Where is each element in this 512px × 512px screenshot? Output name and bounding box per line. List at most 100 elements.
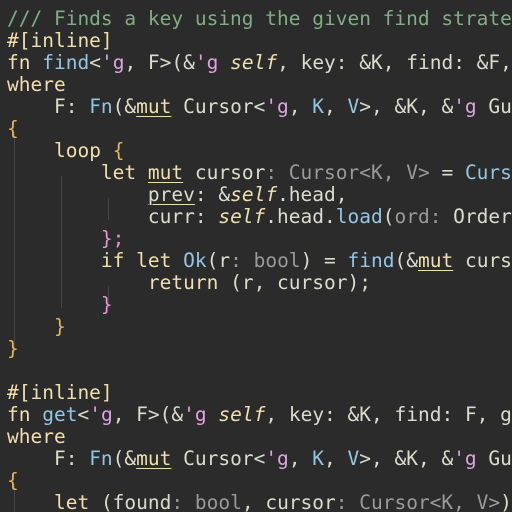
code-token: where — [7, 73, 66, 96]
code-token: K — [312, 447, 325, 470]
code-token: : bool — [171, 491, 242, 512]
code-token: 'g — [453, 95, 477, 118]
code-line: where — [7, 426, 66, 448]
code-line: fn get<'g, F>(&'g self, key: &K, find: F… — [7, 404, 512, 426]
code-token: , — [288, 95, 313, 118]
code-line: loop { — [7, 140, 124, 162]
code-token: let — [53, 491, 90, 512]
code-token: Gu — [476, 95, 512, 118]
code-token: (r — [206, 249, 231, 272]
code-token: < — [89, 51, 101, 74]
code-token: let — [136, 249, 172, 272]
code-line: curr: self.head.load(ord: Orderi — [7, 206, 512, 228]
code-token: V — [347, 95, 360, 118]
code-token: ord: — [394, 205, 454, 228]
code-token: 'g — [265, 95, 289, 118]
code-token: load — [335, 205, 383, 228]
code-token: #[inline] — [7, 29, 113, 52]
code-token: curr: — [7, 205, 219, 228]
code-token: self — [230, 183, 278, 206]
code-token: 'g — [453, 447, 477, 470]
code-token: (found — [89, 491, 172, 512]
code-token: : Cursor<K, V> — [265, 161, 430, 184]
code-token: }; — [100, 227, 125, 250]
code-token: curs — [453, 249, 512, 272]
code-line: } — [7, 338, 19, 360]
code-token: cursor — [183, 161, 266, 184]
code-token: get — [42, 403, 78, 426]
code-token: ) = — [300, 249, 348, 272]
code-token: fn — [7, 403, 31, 426]
code-token: { — [7, 469, 19, 492]
code-line: prev: &self.head, — [7, 184, 348, 206]
code-token: , — [324, 447, 348, 470]
code-token: } — [7, 337, 19, 360]
code-token: >, &K, & — [359, 95, 454, 118]
code-line: F: Fn(&mut Cursor<'g, K, V>, &K, &'g Gu — [7, 448, 512, 470]
code-token: mut — [417, 249, 454, 272]
code-token: < — [77, 403, 90, 426]
code-token: = — [429, 161, 465, 184]
code-token: 'g — [100, 51, 125, 74]
code-line: #[inline] — [7, 382, 113, 404]
code-token: Curs — [464, 161, 512, 184]
code-token: : bool — [230, 249, 301, 272]
code-line: where — [7, 74, 66, 96]
code-token: let — [100, 161, 137, 184]
code-token: Cursor< — [171, 447, 266, 470]
code-token: , key: &K, find: &F, g — [277, 51, 512, 74]
code-line: } — [7, 294, 113, 316]
code-token: find — [347, 249, 395, 272]
code-token: /// Finds a key using the given find str… — [7, 7, 512, 30]
code-token: self — [230, 51, 278, 74]
code-token: Ok — [183, 249, 207, 272]
code-token: 'g — [183, 403, 207, 426]
code-token: } — [53, 315, 66, 338]
code-editor[interactable]: /// Finds a key using the given find str… — [0, 0, 512, 512]
code-token: (& — [112, 95, 137, 118]
code-token: { — [112, 139, 125, 162]
code-token: , key: &K, find: F, g — [265, 403, 512, 426]
code-token: find — [42, 51, 90, 74]
code-token: self — [218, 403, 266, 426]
code-token: , — [288, 447, 313, 470]
code-line: if let Ok(r: bool) = find(&mut curs — [7, 250, 512, 272]
code-token: Fn — [89, 447, 113, 470]
code-token: Fn — [89, 95, 113, 118]
code-token: , — [324, 95, 348, 118]
code-token: fn — [7, 51, 31, 74]
code-token: , F>(& — [112, 403, 184, 426]
code-token: if — [100, 249, 125, 272]
code-token: (& — [394, 249, 418, 272]
code-token: K — [312, 95, 325, 118]
code-line: /// Finds a key using the given find str… — [7, 8, 512, 30]
code-token: } — [100, 293, 113, 316]
code-token: #[inline] — [7, 381, 113, 404]
code-token: 'g — [265, 447, 289, 470]
code-token: mut — [147, 161, 184, 184]
code-token: Orderi — [453, 205, 512, 228]
code-token: (& — [112, 447, 137, 470]
code-token: ) — [500, 491, 512, 512]
code-token: { — [7, 117, 19, 140]
code-token: 'g — [89, 403, 113, 426]
code-token: where — [7, 425, 66, 448]
code-token: mut — [136, 447, 172, 470]
code-token: (r, cursor); — [218, 271, 371, 294]
code-token: F: — [7, 95, 90, 118]
code-token: loop — [53, 139, 101, 162]
code-line: return (r, cursor); — [7, 272, 371, 294]
